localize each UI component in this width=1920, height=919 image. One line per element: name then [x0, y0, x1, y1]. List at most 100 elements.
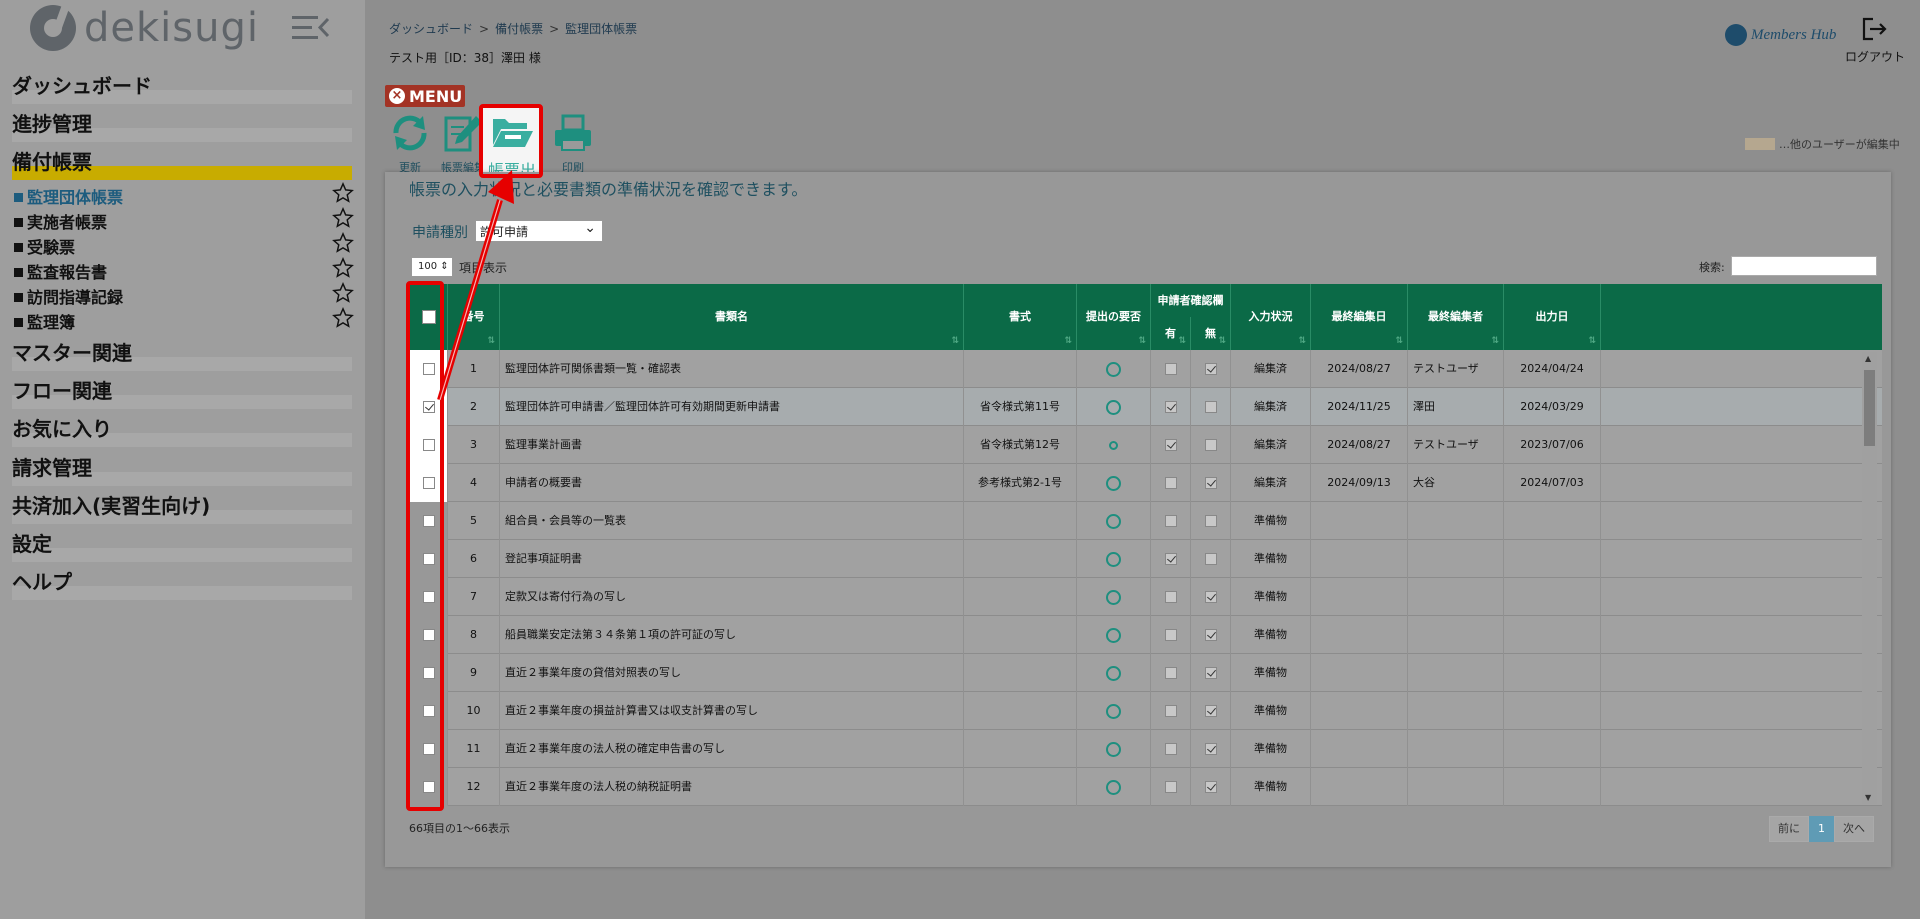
cell-name[interactable]: 直近２事業年度の貸借対照表の写し [500, 654, 964, 692]
star-icon[interactable] [332, 282, 354, 304]
confirm-no-checkbox[interactable] [1204, 591, 1217, 603]
confirm-yes-checkbox[interactable] [1164, 515, 1177, 527]
menu-close-button[interactable]: × MENU [385, 85, 465, 107]
col-last-date[interactable]: 最終編集日 ⇅ [1311, 284, 1408, 350]
table-row[interactable]: 3 監理事業計画書 省令様式第12号 編集済 2024/08/27 テストユーザ 2023/… [410, 426, 1882, 464]
table-row[interactable]: 12 直近２事業年度の法人税の納税証明書 準備物 [410, 768, 1882, 806]
scroll-down-icon[interactable]: ▼ [1865, 793, 1871, 802]
sidebar-item-billing[interactable]: 請求管理 [12, 452, 352, 486]
confirm-no-checkbox[interactable] [1204, 477, 1217, 489]
cell-name[interactable]: 登記事項証明書 [500, 540, 964, 578]
col-out-date[interactable]: 出力日 ⇅ [1504, 284, 1601, 350]
sidebar-item-insurance[interactable]: 共済加入(実習生向け) [12, 490, 352, 524]
cell-name[interactable]: 定款又は寄付行為の写し [500, 578, 964, 616]
cell-name[interactable]: 監理団体許可申請書／監理団体許可有効期間更新申請書 [500, 388, 964, 426]
cell-name[interactable]: 直近２事業年度の損益計算書又は収支計算書の写し [500, 692, 964, 730]
cell-name[interactable]: 申請者の概要書 [500, 464, 964, 502]
col-no-label: 番号 [462, 310, 485, 323]
scroll-thumb[interactable] [1864, 370, 1875, 446]
confirm-yes-checkbox[interactable] [1164, 591, 1177, 603]
table-row[interactable]: 2 監理団体許可申請書／監理団体許可有効期間更新申請書 省令様式第11号 編集済 202… [410, 388, 1882, 426]
sidebar-item-progress[interactable]: 進捗管理 [12, 108, 352, 142]
table-row[interactable]: 9 直近２事業年度の貸借対照表の写し 準備物 [410, 654, 1882, 692]
confirm-yes-checkbox[interactable] [1164, 629, 1177, 641]
table-row[interactable]: 1 監理団体許可関係書類一覧・確認表 編集済 2024/08/27 テストユーザ 2024… [410, 350, 1882, 388]
cell-name[interactable]: 船員職業安定法第３４条第１項の許可証の写し [500, 616, 964, 654]
cell-name[interactable]: 組合員・会員等の一覧表 [500, 502, 964, 540]
confirm-yes-checkbox[interactable] [1164, 667, 1177, 679]
star-icon[interactable] [332, 232, 354, 254]
sidebar-sub-visit-record[interactable]: 訪問指導記録 [14, 282, 354, 308]
table-row[interactable]: 4 申請者の概要書 参考様式第2-1号 編集済 2024/09/13 大谷 2024/07/… [410, 464, 1882, 502]
star-icon[interactable] [332, 182, 354, 204]
table-row[interactable]: 6 登記事項証明書 準備物 [410, 540, 1882, 578]
breadcrumb-dashboard[interactable]: ダッシュボード [389, 22, 473, 36]
members-hub-link[interactable]: Members Hub [1725, 24, 1836, 46]
sidebar-sub-audit-report[interactable]: 監査報告書 [14, 257, 354, 283]
confirm-no-checkbox[interactable] [1204, 743, 1217, 755]
confirm-no-checkbox[interactable] [1204, 515, 1217, 527]
sidebar-sub-kanri-forms[interactable]: 監理団体帳票 [14, 182, 354, 208]
col-name[interactable]: 書類名 ⇅ [500, 284, 964, 350]
table-row[interactable]: 11 直近２事業年度の法人税の確定申告書の写し 準備物 [410, 730, 1882, 768]
table-row[interactable]: 5 組合員・会員等の一覧表 準備物 [410, 502, 1882, 540]
col-submit[interactable]: 提出の要否 ⇅ [1077, 284, 1151, 350]
confirm-yes-checkbox[interactable] [1164, 363, 1177, 375]
search-input[interactable] [1731, 256, 1877, 276]
col-confirm-no[interactable]: 無 ⇅ [1191, 317, 1231, 350]
sidebar-item-flow[interactable]: フロー関連 [12, 375, 352, 409]
confirm-no-checkbox[interactable] [1204, 553, 1217, 565]
table-row[interactable]: 7 定款又は寄付行為の写し 準備物 [410, 578, 1882, 616]
print-button[interactable]: 印刷 [545, 112, 601, 174]
confirm-no-checkbox[interactable] [1204, 401, 1217, 413]
cell-name[interactable]: 監理団体許可関係書類一覧・確認表 [500, 350, 964, 388]
scroll-up-icon[interactable]: ▲ [1865, 354, 1871, 363]
sidebar-item-help[interactable]: ヘルプ [12, 566, 352, 600]
cell-name[interactable]: 監理事業計画書 [500, 426, 964, 464]
confirm-no-checkbox[interactable] [1204, 705, 1217, 717]
menu-collapse-icon[interactable] [290, 14, 330, 42]
table-scrollbar[interactable]: ▲ ▼ [1862, 352, 1877, 804]
breadcrumb-forms[interactable]: 備付帳票 [495, 22, 543, 36]
current-page-button[interactable]: 1 [1809, 816, 1834, 842]
col-status[interactable]: 入力状況 ⇅ [1231, 284, 1311, 350]
confirm-no-checkbox[interactable] [1204, 781, 1217, 793]
refresh-button[interactable]: 更新 [382, 112, 438, 174]
sidebar-item-master[interactable]: マスター関連 [12, 337, 352, 371]
cell-name[interactable]: 直近２事業年度の法人税の確定申告書の写し [500, 730, 964, 768]
col-format[interactable]: 書式 ⇅ [964, 284, 1077, 350]
sidebar-sub-exam-ticket[interactable]: 受験票 [14, 232, 354, 258]
sidebar-item-forms[interactable]: 備付帳票 [12, 146, 352, 180]
col-no[interactable]: 番号 ⇅ [448, 284, 500, 350]
confirm-no-checkbox[interactable] [1204, 439, 1217, 451]
confirm-no-checkbox[interactable] [1204, 667, 1217, 679]
prev-page-button[interactable]: 前に [1769, 816, 1809, 842]
table-row[interactable]: 10 直近２事業年度の損益計算書又は収支計算書の写し 準備物 [410, 692, 1882, 730]
logo[interactable]: dekisugi [30, 3, 259, 53]
logout-button[interactable]: ログアウト [1845, 16, 1905, 65]
star-icon[interactable] [332, 307, 354, 329]
confirm-yes-checkbox[interactable] [1164, 743, 1177, 755]
confirm-yes-checkbox[interactable] [1164, 439, 1177, 451]
sidebar-sub-kanribo[interactable]: 監理簿 [14, 307, 354, 333]
confirm-no-checkbox[interactable] [1204, 363, 1217, 375]
sidebar-item-favorites[interactable]: お気に入り [12, 413, 352, 447]
col-last-editor[interactable]: 最終編集者 ⇅ [1408, 284, 1504, 350]
application-type-select[interactable]: 許可申請 [475, 217, 603, 242]
confirm-yes-checkbox[interactable] [1164, 553, 1177, 565]
col-confirm-yes[interactable]: 有 ⇅ [1151, 317, 1191, 350]
sidebar-sub-jisshi-forms[interactable]: 実施者帳票 [14, 207, 354, 233]
sidebar-item-dashboard[interactable]: ダッシュボード [12, 70, 352, 104]
star-icon[interactable] [332, 257, 354, 279]
star-icon[interactable] [332, 207, 354, 229]
page-length-select[interactable]: 100 ⇕ [411, 257, 453, 277]
confirm-yes-checkbox[interactable] [1164, 401, 1177, 413]
cell-name[interactable]: 直近２事業年度の法人税の納税証明書 [500, 768, 964, 806]
confirm-yes-checkbox[interactable] [1164, 705, 1177, 717]
confirm-no-checkbox[interactable] [1204, 629, 1217, 641]
confirm-yes-checkbox[interactable] [1164, 781, 1177, 793]
table-row[interactable]: 8 船員職業安定法第３４条第１項の許可証の写し 準備物 [410, 616, 1882, 654]
next-page-button[interactable]: 次へ [1834, 816, 1874, 842]
sidebar-item-settings[interactable]: 設定 [12, 528, 352, 562]
confirm-yes-checkbox[interactable] [1164, 477, 1177, 489]
